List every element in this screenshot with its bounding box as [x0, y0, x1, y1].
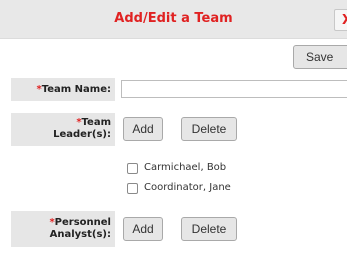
personnel-analysts-label: *Personnel Analyst(s): — [11, 211, 115, 247]
personnel-analysts-label-line1: *Personnel — [11, 217, 111, 229]
team-leader-name: Coordinator, Jane — [144, 182, 231, 193]
add-personnel-analyst-button[interactable]: Add — [123, 217, 163, 241]
team-leaders-label-line1: *Team — [11, 117, 111, 129]
team-leader-name: Carmichael, Bob — [144, 162, 227, 173]
add-team-leader-button[interactable]: Add — [123, 117, 163, 141]
dialog-title: Add/Edit a Team — [114, 11, 233, 26]
dialog-titlebar: Add/Edit a Team X — [0, 0, 347, 39]
team-name-input[interactable] — [121, 80, 347, 98]
delete-team-leader-button[interactable]: Delete — [181, 117, 237, 141]
team-name-label-text: Team Name: — [41, 84, 111, 95]
team-name-label: *Team Name: — [11, 78, 115, 101]
close-button[interactable]: X — [334, 9, 347, 31]
team-leaders-label-line2: Leader(s): — [53, 129, 111, 140]
checkbox[interactable] — [127, 183, 138, 194]
team-leaders-label-text: Team — [81, 117, 111, 128]
checkbox[interactable] — [127, 163, 138, 174]
delete-personnel-analyst-button[interactable]: Delete — [181, 217, 237, 241]
team-leaders-label: *Team Leader(s): — [11, 113, 115, 146]
personnel-analysts-label-text: Personnel — [54, 217, 111, 228]
add-edit-team-dialog: Add/Edit a Team X Save *Team Name: *Team… — [0, 0, 347, 278]
personnel-analysts-label-line2: Analyst(s): — [49, 229, 111, 240]
save-button[interactable]: Save — [293, 45, 347, 69]
